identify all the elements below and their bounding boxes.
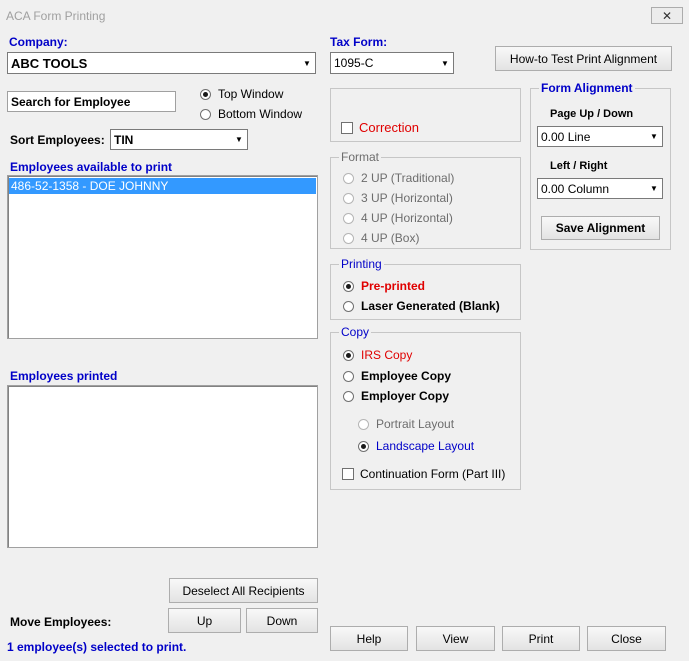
tax-form-value: 1095-C — [334, 56, 374, 70]
portrait-layout-radio[interactable] — [358, 418, 369, 430]
irs-copy-option[interactable]: IRS Copy — [343, 348, 412, 362]
chevron-down-icon: ▼ — [230, 130, 247, 149]
top-window-label: Top Window — [218, 87, 284, 101]
chevron-down-icon: ▼ — [645, 127, 662, 146]
bottom-window-radio[interactable] — [200, 108, 211, 120]
format-option[interactable]: 4 UP (Horizontal) — [343, 211, 453, 225]
employer-copy-option[interactable]: Employer Copy — [343, 389, 449, 403]
format-option[interactable]: 2 UP (Traditional) — [343, 171, 454, 185]
status-text: 1 employee(s) selected to print. — [7, 640, 187, 654]
printing-title: Printing — [339, 257, 384, 271]
deselect-all-button[interactable]: Deselect All Recipients — [169, 578, 318, 603]
search-employee-input[interactable]: Search for Employee — [7, 91, 176, 112]
view-button[interactable]: View — [416, 626, 495, 651]
correction-label: Correction — [359, 120, 419, 135]
correction-option[interactable]: Correction — [341, 120, 419, 135]
landscape-layout-radio[interactable] — [358, 440, 369, 452]
move-down-button[interactable]: Down — [246, 608, 318, 633]
sort-employees-label: Sort Employees: — [10, 133, 105, 147]
landscape-layout-option[interactable]: Landscape Layout — [358, 439, 474, 453]
window-close-button[interactable]: ✕ — [651, 7, 683, 24]
close-button[interactable]: Close — [587, 626, 666, 651]
format-group: Format 2 UP (Traditional) 3 UP (Horizont… — [330, 150, 521, 249]
pre-printed-label: Pre-printed — [361, 279, 426, 293]
format-label: 3 UP (Horizontal) — [361, 191, 453, 205]
continuation-form-checkbox[interactable] — [342, 468, 354, 480]
format-radio[interactable] — [343, 212, 354, 224]
company-value: ABC TOOLS — [11, 55, 88, 71]
employees-available-list[interactable]: 486-52-1358 - DOE JOHNNY — [7, 175, 318, 339]
left-right-select[interactable]: 0.00 Column ▼ — [537, 178, 663, 199]
tax-form-label: Tax Form: — [330, 35, 388, 49]
format-label: 4 UP (Box) — [361, 231, 420, 245]
format-label: 4 UP (Horizontal) — [361, 211, 453, 225]
left-right-value: 0.00 Column — [541, 181, 610, 196]
title-bar: ACA Form Printing ✕ — [0, 0, 689, 32]
correction-group: Correction — [330, 88, 521, 142]
copy-title: Copy — [339, 325, 372, 339]
irs-copy-label: IRS Copy — [361, 348, 413, 362]
print-button[interactable]: Print — [502, 626, 580, 651]
bottom-window-option[interactable]: Bottom Window — [200, 107, 302, 121]
page-up-down-value: 0.00 Line — [541, 129, 591, 144]
form-alignment-title: Form Alignment — [539, 81, 635, 95]
pre-printed-option[interactable]: Pre-printed — [343, 279, 425, 293]
continuation-form-label: Continuation Form (Part III) — [360, 467, 506, 481]
format-label: 2 UP (Traditional) — [361, 171, 455, 185]
sort-value: TIN — [114, 132, 134, 147]
test-print-alignment-button[interactable]: How-to Test Print Alignment — [495, 46, 672, 71]
laser-option[interactable]: Laser Generated (Blank) — [343, 299, 500, 313]
portrait-layout-label: Portrait Layout — [376, 417, 455, 431]
page-up-down-label: Page Up / Down — [550, 108, 634, 120]
copy-group: Copy IRS Copy Employee Copy Employer Cop… — [330, 325, 521, 490]
chevron-down-icon: ▼ — [645, 179, 662, 198]
form-alignment-group: Form Alignment Page Up / Down 0.00 Line … — [530, 81, 671, 250]
company-select[interactable]: ABC TOOLS ▼ — [7, 52, 316, 74]
employee-copy-label: Employee Copy — [361, 369, 452, 383]
tax-form-select[interactable]: 1095-C ▼ — [330, 52, 454, 74]
laser-radio[interactable] — [343, 300, 354, 312]
employer-copy-label: Employer Copy — [361, 389, 450, 403]
employees-available-label: Employees available to print — [10, 160, 173, 174]
close-icon: ✕ — [661, 8, 673, 23]
bottom-window-label: Bottom Window — [218, 107, 303, 121]
employees-printed-label: Employees printed — [10, 369, 118, 383]
format-radio[interactable] — [343, 232, 354, 244]
chevron-down-icon: ▼ — [298, 53, 315, 73]
landscape-layout-label: Landscape Layout — [376, 439, 475, 453]
help-button[interactable]: Help — [330, 626, 408, 651]
employer-copy-radio[interactable] — [343, 390, 354, 402]
sort-employees-select[interactable]: TIN ▼ — [110, 129, 248, 150]
move-employees-label: Move Employees: — [10, 615, 112, 629]
left-right-label: Left / Right — [550, 160, 608, 172]
portrait-layout-option[interactable]: Portrait Layout — [358, 417, 454, 431]
employee-copy-option[interactable]: Employee Copy — [343, 369, 451, 383]
move-up-button[interactable]: Up — [168, 608, 241, 633]
printing-group: Printing Pre-printed Laser Generated (Bl… — [330, 257, 521, 320]
laser-label: Laser Generated (Blank) — [361, 299, 500, 313]
save-alignment-button[interactable]: Save Alignment — [541, 216, 660, 240]
pre-printed-radio[interactable] — [343, 280, 354, 292]
irs-copy-radio[interactable] — [343, 349, 354, 361]
format-radio[interactable] — [343, 172, 354, 184]
format-option[interactable]: 4 UP (Box) — [343, 231, 419, 245]
page-up-down-select[interactable]: 0.00 Line ▼ — [537, 126, 663, 147]
correction-checkbox[interactable] — [341, 121, 353, 134]
window-title: ACA Form Printing — [6, 9, 106, 23]
continuation-form-option[interactable]: Continuation Form (Part III) — [342, 467, 505, 481]
format-radio[interactable] — [343, 192, 354, 204]
chevron-down-icon: ▼ — [436, 53, 453, 73]
top-window-radio[interactable] — [200, 88, 211, 100]
format-title: Format — [339, 150, 382, 164]
employee-copy-radio[interactable] — [343, 370, 354, 382]
employees-printed-list[interactable] — [7, 385, 318, 548]
list-item[interactable]: 486-52-1358 - DOE JOHNNY — [9, 178, 316, 194]
company-label: Company: — [9, 35, 68, 49]
format-option[interactable]: 3 UP (Horizontal) — [343, 191, 453, 205]
top-window-option[interactable]: Top Window — [200, 87, 283, 101]
